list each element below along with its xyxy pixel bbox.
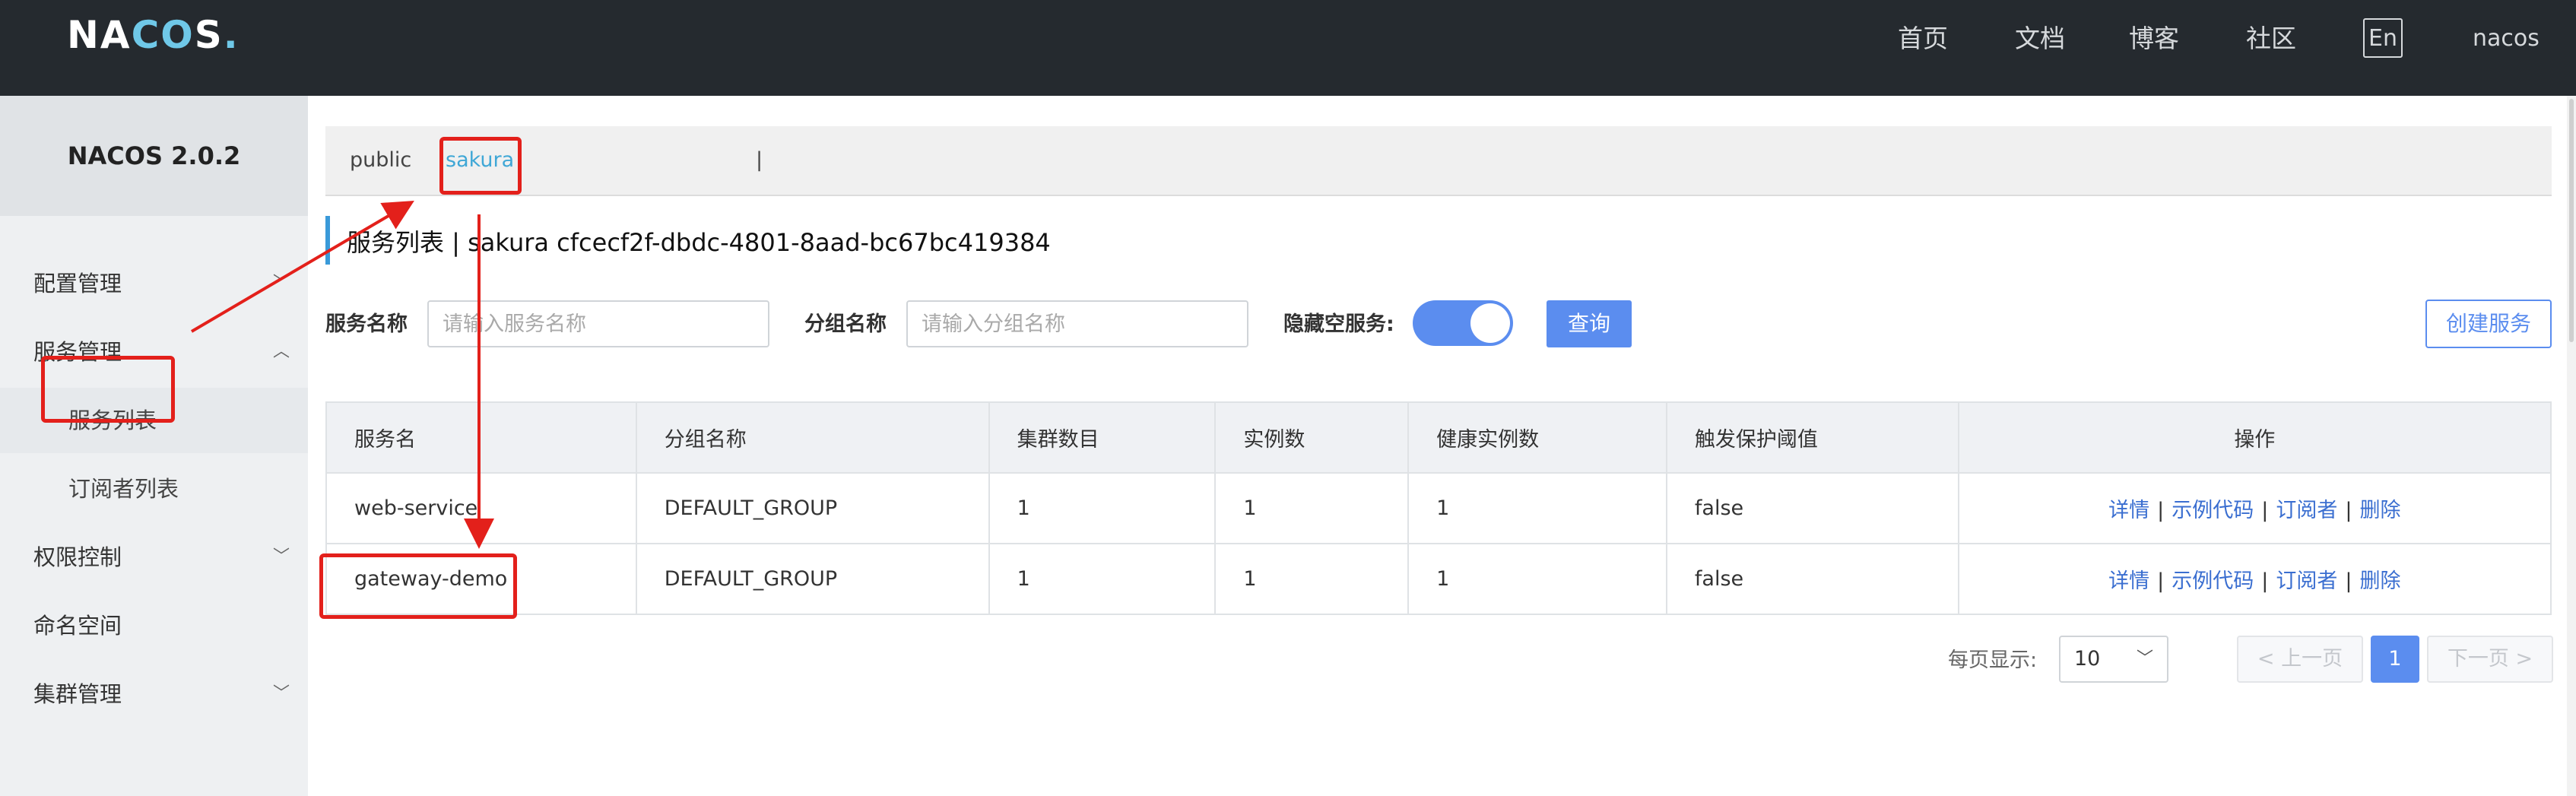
- cell-ops: 详情 | 示例代码 | 订阅者 | 删除: [1957, 543, 2552, 615]
- nav-community[interactable]: 社区: [2246, 21, 2296, 56]
- annotation-box-gateway-demo: [319, 553, 517, 619]
- column-header: 实例数: [1214, 401, 1410, 474]
- create-service-button[interactable]: 创建服务: [2425, 300, 2552, 348]
- table-row: web-service DEFAULT_GROUP 1 1 1 false 详情…: [325, 472, 2552, 544]
- delete-link[interactable]: 删除: [2359, 499, 2400, 522]
- delete-link[interactable]: 删除: [2359, 569, 2400, 593]
- sidebar-item-label: 命名空间: [33, 613, 122, 639]
- cell-group-name: DEFAULT_GROUP: [635, 543, 990, 615]
- query-button[interactable]: 查询: [1547, 300, 1632, 347]
- page-title: 服务列表 | sakura cfcecf2f-dbdc-4801-8aad-bc…: [347, 228, 1051, 257]
- cell-service-name: web-service: [325, 472, 637, 544]
- sidebar-item-namespace[interactable]: 命名空间: [0, 593, 308, 658]
- cell-ops: 详情 | 示例代码 | 订阅者 | 删除: [1957, 472, 2552, 544]
- cell-healthy: 1: [1407, 543, 1667, 615]
- op-separator: |: [2345, 499, 2352, 522]
- page-size-label: 每页显示:: [1948, 649, 2038, 672]
- page-title-accent: [325, 216, 330, 265]
- chevron-down-icon: ﹀: [272, 274, 290, 293]
- cell-instances: 1: [1214, 472, 1410, 544]
- cell-protect: false: [1665, 472, 1959, 544]
- sidebar-item-label: 权限控制: [33, 544, 122, 570]
- chevron-down-icon: ﹀: [272, 547, 290, 566]
- cell-healthy: 1: [1407, 472, 1667, 544]
- cell-clusters: 1: [988, 543, 1217, 615]
- service-name-label: 服务名称: [325, 312, 408, 336]
- group-name-input[interactable]: [906, 300, 1248, 347]
- column-header: 触发保护阈值: [1665, 401, 1959, 474]
- toggle-knob: [1470, 303, 1510, 343]
- sidebar-item-label: 订阅者列表: [68, 476, 179, 502]
- detail-link[interactable]: 详情: [2108, 569, 2149, 593]
- current-page-button[interactable]: 1: [2371, 636, 2419, 683]
- service-name-input[interactable]: [427, 300, 769, 347]
- detail-link[interactable]: 详情: [2108, 499, 2149, 522]
- cell-instances: 1: [1214, 543, 1410, 615]
- sample-code-link[interactable]: 示例代码: [2172, 499, 2254, 522]
- sidebar-title: NACOS 2.0.2: [0, 96, 308, 216]
- group-name-label: 分组名称: [804, 312, 887, 336]
- cell-protect: false: [1665, 543, 1959, 615]
- op-separator: |: [2261, 569, 2269, 593]
- nav-blog[interactable]: 博客: [2129, 21, 2179, 56]
- namespace-tabs: public | sakura: [325, 126, 2552, 196]
- column-header: 集群数目: [988, 401, 1217, 474]
- hide-empty-toggle[interactable]: [1413, 300, 1513, 346]
- column-header: 服务名: [325, 401, 637, 474]
- tab-public[interactable]: public: [350, 126, 411, 195]
- next-page-button[interactable]: 下一页 >: [2427, 636, 2553, 683]
- sidebar-item-auth[interactable]: 权限控制 ﹀: [0, 525, 308, 590]
- cell-group-name: DEFAULT_GROUP: [635, 472, 990, 544]
- sidebar-item-cluster[interactable]: 集群管理 ﹀: [0, 661, 308, 727]
- scrollbar-thumb[interactable]: [2569, 99, 2574, 342]
- column-header: 分组名称: [635, 401, 990, 474]
- table-header-row: 服务名 分组名称 集群数目 实例数 健康实例数 触发保护阈值 操作: [325, 401, 2552, 474]
- cell-clusters: 1: [988, 472, 1217, 544]
- column-header: 操作: [1957, 401, 2552, 474]
- annotation-box-service-list: [41, 356, 175, 423]
- page-size-value: 10: [2074, 647, 2101, 671]
- annotation-arrows: [190, 200, 494, 549]
- op-separator: |: [2345, 569, 2352, 593]
- top-navbar: NACOS. 首页 文档 博客 社区 En nacos: [0, 0, 2576, 96]
- column-header: 健康实例数: [1407, 401, 1667, 474]
- sidebar-item-label: 集群管理: [33, 681, 122, 707]
- table-row: gateway-demo DEFAULT_GROUP 1 1 1 false 详…: [325, 543, 2552, 615]
- service-table: 服务名 分组名称 集群数目 实例数 健康实例数 触发保护阈值 操作 web-se…: [325, 401, 2552, 615]
- op-separator: |: [2261, 499, 2269, 522]
- sample-code-link[interactable]: 示例代码: [2172, 569, 2254, 593]
- annotation-box-sakura-tab: [439, 137, 522, 195]
- nav-docs[interactable]: 文档: [2015, 21, 2065, 56]
- chevron-down-icon: ﹀: [272, 684, 290, 703]
- sidebar-item-label: 配置管理: [33, 271, 122, 297]
- sidebar-item-subscribers[interactable]: 订阅者列表: [0, 456, 308, 522]
- op-separator: |: [2157, 499, 2165, 522]
- sidebar: NACOS 2.0.2 配置管理 ﹀ 服务管理 ︿ 服务列表 订阅者列表 权限控…: [0, 96, 308, 796]
- hide-empty-label: 隐藏空服务:: [1283, 312, 1394, 336]
- nav-home[interactable]: 首页: [1898, 21, 1948, 56]
- chevron-down-icon: ﹀: [2136, 649, 2153, 668]
- page-size-select[interactable]: 10 ﹀: [2059, 636, 2168, 683]
- nacos-logo[interactable]: NACOS.: [67, 14, 240, 56]
- language-switch-button[interactable]: En: [2363, 18, 2403, 58]
- subscribers-link[interactable]: 订阅者: [2276, 569, 2337, 593]
- user-menu[interactable]: nacos: [2473, 21, 2540, 56]
- tab-separator: |: [756, 148, 763, 172]
- prev-page-button[interactable]: < 上一页: [2237, 636, 2363, 683]
- op-separator: |: [2157, 569, 2165, 593]
- subscribers-link[interactable]: 订阅者: [2276, 499, 2337, 522]
- chevron-up-icon: ︿: [272, 342, 290, 361]
- sidebar-item-config[interactable]: 配置管理 ﹀: [0, 251, 308, 316]
